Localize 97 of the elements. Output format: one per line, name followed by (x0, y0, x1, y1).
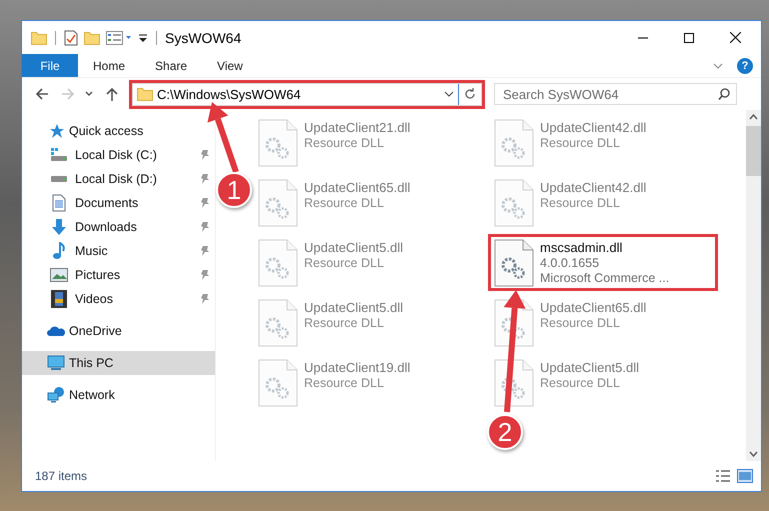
file-detail: Microsoft Commerce ... (540, 271, 670, 286)
scrollbar-thumb[interactable] (746, 126, 761, 176)
back-arrow-icon[interactable] (34, 86, 50, 102)
file-item[interactable]: UpdateClient42.dll Resource DLL (490, 116, 716, 169)
file-detail: Resource DLL (540, 136, 621, 151)
file-name: UpdateClient65.dll (304, 180, 410, 196)
pin-icon[interactable] (200, 221, 210, 233)
ribbon-tab[interactable]: View (202, 54, 258, 77)
new-folder-icon (84, 30, 100, 44)
file-item[interactable]: mscsadmin.dll 4.0.0.1655 Microsoft Commerce ... (490, 236, 716, 289)
sidebar-item[interactable]: Local Disk (D:) (22, 167, 215, 191)
dll-file-icon (258, 119, 298, 167)
file-detail: Resource DLL (540, 376, 621, 391)
pin-icon[interactable] (200, 293, 210, 305)
help-button[interactable]: ? (737, 58, 753, 74)
arrow-annotation (207, 102, 239, 173)
sidebar-item[interactable]: Videos (22, 287, 215, 311)
customize-toolbar-icon[interactable] (138, 32, 148, 42)
file-item[interactable]: UpdateClient5.dll Resource DLL (254, 236, 480, 289)
file-name: mscsadmin.dll (540, 240, 624, 256)
sidebar-item[interactable]: Network (22, 383, 215, 407)
picture-icon (50, 268, 68, 282)
large-icons-view-icon[interactable] (737, 469, 753, 483)
dll-file-icon (258, 239, 298, 287)
dll-file-icon (258, 359, 298, 407)
file-name: UpdateClient42.dll (540, 120, 646, 136)
dll-file-icon (494, 299, 534, 347)
search-field[interactable]: Search SysWOW64 (494, 83, 737, 105)
close-icon[interactable] (730, 32, 740, 43)
pin-icon[interactable] (200, 269, 210, 281)
cloud-icon (46, 325, 64, 337)
file-detail: Resource DLL (304, 256, 385, 271)
download-arrow-icon (50, 218, 68, 236)
item-count: 187 items (35, 469, 88, 483)
file-item[interactable]: UpdateClient5.dll Resource DLL (490, 356, 716, 409)
dll-file-icon (494, 119, 534, 167)
document-icon (51, 194, 67, 212)
ribbon-tab[interactable]: Share (140, 54, 202, 77)
monitor-icon (46, 355, 64, 371)
sidebar-item[interactable]: This PC (22, 351, 215, 375)
dll-file-icon (258, 299, 298, 347)
file-name: UpdateClient65.dll (540, 300, 646, 316)
file-detail: Resource DLL (304, 196, 385, 211)
file-detail: Resource DLL (304, 136, 385, 151)
file-item[interactable]: UpdateClient65.dll Resource DLL (490, 296, 716, 349)
film-icon (51, 290, 67, 308)
music-note-icon (51, 242, 67, 260)
drive-icon (50, 147, 68, 163)
folder-icon (31, 30, 47, 44)
sidebar-item[interactable]: Music (22, 239, 215, 263)
expand-ribbon-icon[interactable] (713, 62, 723, 68)
drive-icon (51, 176, 67, 182)
network-icon (46, 387, 64, 403)
up-arrow-icon[interactable] (104, 86, 120, 102)
pin-icon[interactable] (200, 197, 210, 209)
file-name: UpdateClient21.dll (304, 120, 410, 136)
file-detail: Resource DLL (540, 196, 621, 211)
window-title: SysWOW64 (165, 30, 242, 46)
file-detail: Resource DLL (304, 376, 385, 391)
sidebar-item[interactable]: Downloads (22, 215, 215, 239)
file-detail: 4.0.0.1655 (540, 256, 600, 271)
sidebar-item[interactable]: Quick access (22, 119, 215, 143)
sidebar-item[interactable]: Documents (22, 191, 215, 215)
file-name: UpdateClient42.dll (540, 180, 646, 196)
file-name: UpdateClient19.dll (304, 360, 410, 376)
ribbon-tab[interactable]: Home (78, 54, 140, 77)
file-item[interactable]: UpdateClient5.dll Resource DLL (254, 296, 480, 349)
file-item[interactable]: UpdateClient21.dll Resource DLL (254, 116, 480, 169)
sidebar-item[interactable]: Local Disk (C:) (22, 143, 215, 167)
search-icon[interactable] (718, 88, 730, 100)
sidebar-item[interactable]: OneDrive (22, 319, 215, 343)
file-item[interactable]: UpdateClient65.dll Resource DLL (254, 176, 480, 229)
dropdown-caret-icon[interactable] (444, 91, 454, 97)
file-item[interactable]: UpdateClient19.dll Resource DLL (254, 356, 480, 409)
properties-icon[interactable] (64, 30, 78, 46)
star-icon (48, 123, 64, 139)
file-name: UpdateClient5.dll (304, 240, 404, 256)
pin-icon[interactable] (200, 149, 210, 161)
details-view-icon[interactable] (715, 469, 731, 483)
dll-file-icon (494, 179, 534, 227)
file-item[interactable]: UpdateClient42.dll Resource DLL (490, 176, 716, 229)
dll-file-icon (258, 179, 298, 227)
pin-icon[interactable] (200, 245, 210, 257)
dll-file-icon (494, 359, 534, 407)
sidebar-item[interactable]: Pictures (22, 263, 215, 287)
refresh-icon[interactable] (464, 88, 476, 100)
scrollbar[interactable] (746, 110, 761, 461)
file-menu-tab[interactable]: File (22, 54, 78, 77)
file-name: UpdateClient5.dll (304, 300, 404, 316)
view-menu-icon[interactable] (106, 30, 132, 44)
folder-icon (137, 87, 153, 101)
dll-file-icon (494, 239, 534, 287)
pin-icon[interactable] (200, 173, 210, 185)
file-detail: Resource DLL (540, 316, 621, 331)
maximize-icon[interactable] (684, 32, 694, 42)
file-name: UpdateClient5.dll (540, 360, 640, 376)
file-detail: Resource DLL (304, 316, 385, 331)
